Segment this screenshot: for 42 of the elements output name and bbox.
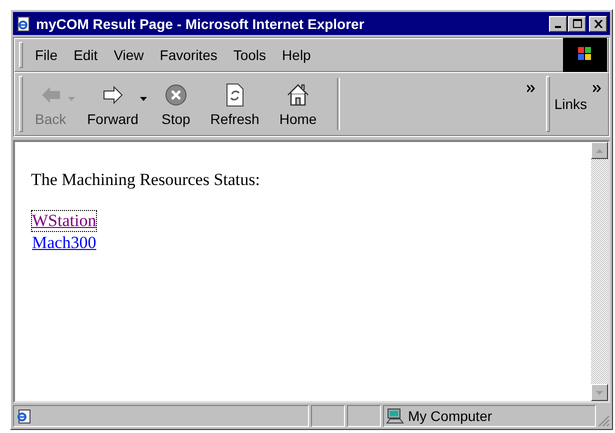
menu-item[interactable]: Help	[274, 47, 319, 63]
scroll-down-button[interactable]	[591, 384, 608, 401]
links-label[interactable]: Links	[554, 96, 587, 112]
close-icon	[594, 20, 602, 28]
minimize-button[interactable]	[549, 16, 567, 32]
close-button[interactable]	[589, 16, 607, 32]
left-arrow-icon	[40, 84, 62, 104]
chevron-icon[interactable]	[593, 85, 602, 92]
refresh-button[interactable]: Refresh	[200, 82, 270, 126]
minimize-icon	[555, 26, 561, 28]
computer-icon	[386, 408, 404, 424]
stop-icon	[164, 84, 187, 106]
scrollbar[interactable]	[591, 142, 608, 401]
menu-item[interactable]: File	[27, 47, 66, 63]
windows-logo-icon	[563, 38, 607, 72]
page-icon	[16, 408, 32, 424]
up-arrow-icon	[596, 148, 603, 152]
home-icon	[286, 82, 310, 106]
resize-grip-icon[interactable]	[598, 415, 610, 427]
menu-item[interactable]: Favorites	[152, 47, 226, 63]
menu-item[interactable]: Edit	[66, 47, 106, 63]
dropdown-arrow-icon[interactable]	[140, 97, 148, 101]
maximize-icon	[572, 19, 582, 28]
maximize-button[interactable]	[568, 16, 586, 32]
page-icon	[16, 16, 32, 32]
refresh-icon	[224, 82, 245, 106]
page-text: The Machining Resources Status:	[31, 170, 261, 190]
down-arrow-icon	[596, 390, 603, 394]
link[interactable]: Mach300	[31, 232, 98, 254]
link[interactable]: WStation	[31, 210, 98, 232]
right-arrow-icon	[102, 84, 124, 104]
menu-item[interactable]: Tools	[225, 47, 274, 63]
stop-button[interactable]: Stop	[151, 82, 200, 126]
chevron-icon[interactable]	[527, 85, 536, 92]
window-title: myCOM Result Page - Microsoft Internet Explorer	[36, 16, 364, 32]
menu-item[interactable]: View	[106, 47, 152, 63]
forward-button[interactable]: Forward	[79, 82, 140, 126]
status-pane	[347, 405, 381, 427]
status-pane	[311, 405, 345, 427]
zone-label: My Computer	[408, 408, 492, 424]
home-button[interactable]: Home	[269, 82, 327, 126]
scroll-up-button[interactable]	[591, 142, 608, 159]
